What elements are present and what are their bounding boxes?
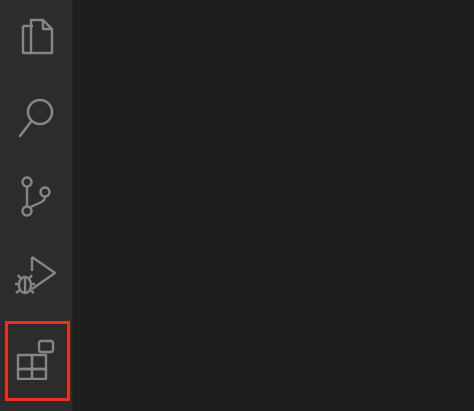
- activity-item-source-control[interactable]: [0, 158, 72, 236]
- activity-bar: [0, 0, 73, 411]
- vscode-window: [0, 0, 474, 411]
- activity-item-run-debug[interactable]: [0, 237, 72, 315]
- activity-item-explorer[interactable]: [0, 0, 72, 78]
- files-icon: [17, 17, 55, 61]
- extensions-icon: [15, 338, 57, 380]
- source-control-icon: [18, 175, 54, 219]
- activity-item-search[interactable]: [0, 79, 72, 157]
- run-debug-icon: [13, 253, 59, 299]
- search-icon: [16, 96, 56, 140]
- activity-item-extensions[interactable]: [0, 320, 72, 398]
- editor-area: [73, 0, 474, 411]
